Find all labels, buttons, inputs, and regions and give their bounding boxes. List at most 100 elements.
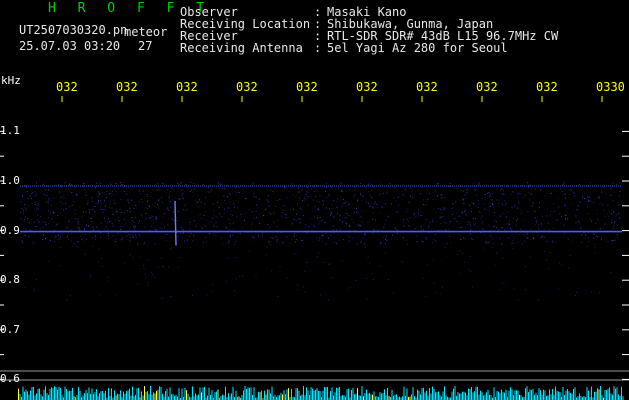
- noise-dot: [128, 202, 130, 204]
- signal-bar: [19, 394, 21, 400]
- signal-bar: [228, 393, 229, 400]
- noise-dot: [158, 200, 160, 202]
- noise-dot: [447, 229, 449, 231]
- noise-dot: [317, 207, 319, 209]
- noise-dot: [103, 228, 105, 230]
- noise-dot: [205, 211, 207, 212]
- noise-dot: [534, 188, 536, 190]
- noise-dot: [121, 183, 123, 185]
- noise-dot: [541, 236, 543, 238]
- noise-dot: [35, 209, 37, 211]
- noise-dot: [121, 234, 123, 236]
- noise-dot: [55, 184, 57, 186]
- noise-dot: [191, 191, 193, 193]
- noise-dot: [553, 227, 555, 229]
- noise-dot: [188, 235, 190, 237]
- noise-dot: [302, 286, 304, 288]
- signal-bar: [579, 393, 580, 400]
- noise-dot: [310, 188, 312, 190]
- noise-dot: [432, 241, 434, 243]
- signal-bar: [187, 393, 189, 400]
- noise-dot: [230, 236, 231, 238]
- signal-bar: [382, 393, 384, 400]
- noise-dot: [426, 264, 428, 266]
- noise-dot: [218, 182, 219, 184]
- noise-dot: [46, 194, 48, 196]
- noise-dot: [126, 193, 128, 195]
- noise-dot: [251, 211, 253, 213]
- signal-bar: [118, 394, 120, 400]
- noise-dot: [47, 202, 49, 204]
- signal-bar: [48, 394, 49, 400]
- noise-dot: [60, 201, 62, 203]
- signal-bar: [207, 395, 208, 400]
- noise-dot: [140, 214, 142, 216]
- signal-bar: [532, 388, 534, 400]
- signal-bar: [456, 395, 457, 400]
- noise-dot: [469, 224, 471, 226]
- noise-dot: [263, 215, 265, 216]
- noise-dot: [71, 194, 73, 196]
- noise-dot: [347, 289, 349, 291]
- signal-bar: [481, 392, 483, 400]
- noise-dot: [127, 182, 129, 184]
- noise-dot: [158, 186, 160, 188]
- noise-dot: [318, 252, 320, 254]
- noise-dot: [523, 233, 525, 235]
- noise-dot: [564, 232, 566, 234]
- noise-dot: [224, 199, 226, 201]
- noise-dot: [257, 233, 259, 235]
- noise-dot: [146, 208, 148, 210]
- noise-dot: [107, 280, 109, 282]
- noise-dot: [185, 209, 187, 211]
- noise-dot: [587, 246, 589, 248]
- noise-dot: [54, 241, 56, 243]
- noise-dot: [22, 242, 24, 244]
- noise-dot: [587, 213, 589, 215]
- signal-bar: [127, 390, 129, 400]
- noise-dot: [104, 209, 106, 211]
- noise-dot: [432, 218, 433, 220]
- signal-bar: [283, 390, 285, 400]
- noise-dot: [92, 209, 94, 211]
- noise-dot: [226, 280, 227, 282]
- noise-dot: [274, 205, 276, 207]
- noise-dot: [269, 212, 271, 214]
- noise-dot: [488, 209, 490, 211]
- noise-dot: [314, 216, 316, 218]
- noise-dot: [594, 252, 596, 254]
- signal-bar: [87, 393, 88, 400]
- noise-dot: [561, 191, 563, 192]
- signal-bar: [117, 393, 118, 400]
- noise-dot: [595, 246, 596, 248]
- time-tick-label: 032: [416, 80, 438, 94]
- signal-bar: [39, 388, 40, 400]
- noise-dot: [615, 239, 617, 241]
- noise-dot: [304, 199, 306, 201]
- signal-bar: [60, 388, 61, 400]
- noise-dot: [570, 204, 572, 206]
- noise-dot: [415, 216, 417, 218]
- noise-dot: [182, 197, 184, 199]
- noise-dot: [559, 213, 561, 215]
- noise-dot: [154, 229, 156, 230]
- noise-dot: [362, 238, 364, 240]
- noise-dot: [228, 229, 230, 231]
- noise-dot: [214, 233, 216, 235]
- signal-bar: [621, 386, 622, 400]
- noise-dot: [345, 201, 347, 203]
- noise-dot: [125, 235, 127, 237]
- noise-dot: [512, 191, 514, 193]
- signal-bar: [520, 395, 522, 400]
- noise-dot: [36, 207, 38, 209]
- noise-dot: [97, 195, 99, 197]
- noise-dot: [316, 200, 318, 202]
- noise-dot: [452, 236, 454, 238]
- noise-dot: [544, 228, 546, 230]
- noise-dot: [359, 193, 361, 195]
- noise-dot: [115, 294, 117, 296]
- signal-bar: [355, 393, 357, 400]
- noise-dot: [95, 186, 96, 188]
- noise-dot: [77, 221, 79, 223]
- noise-dot: [157, 266, 159, 268]
